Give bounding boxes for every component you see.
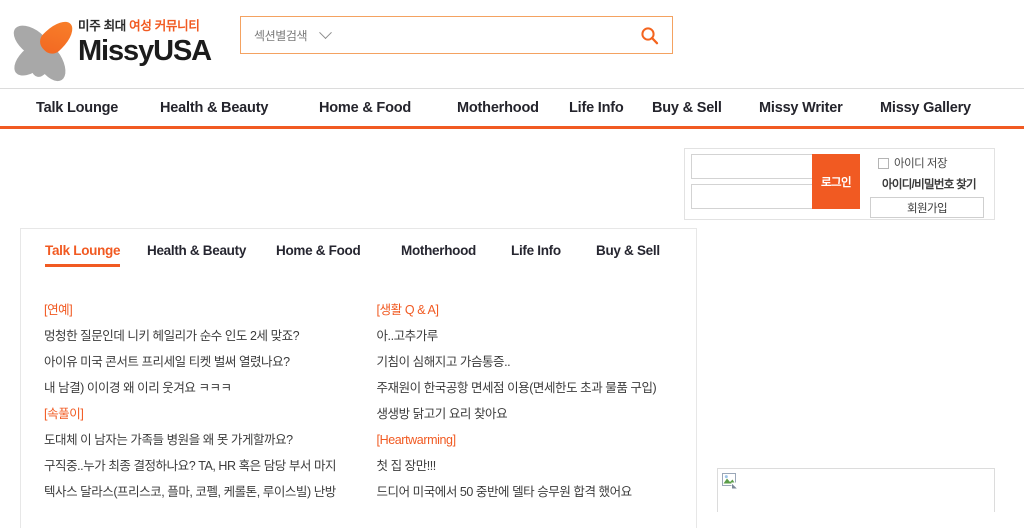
nav-item-motherhood[interactable]: Motherhood	[457, 100, 539, 116]
login-options-group: 아이디 저장 아이디/비밀번호 찾기 회원가입	[870, 155, 988, 218]
post-list-item[interactable]: 내 남결) 이이경 왜 이리 웃겨요 ㅋㅋㅋ	[30, 375, 359, 401]
logo-text-block: 미주 최대 여성 커뮤니티 MissyUSA	[78, 19, 212, 68]
post-list-item[interactable]: 텍사스 달라스(프리스코, 플마, 코펠, 케롤톤, 루이스빌) 난방	[30, 479, 359, 505]
save-id-row[interactable]: 아이디 저장	[878, 155, 988, 171]
login-id-input[interactable]	[691, 154, 822, 179]
post-category-header[interactable]: [속풀이]	[30, 401, 359, 427]
nav-item-health-beauty[interactable]: Health & Beauty	[160, 100, 268, 116]
post-list-item[interactable]: 도대체 이 남자는 가족들 병원을 왜 못 가게할까요?	[30, 427, 359, 453]
logo-tagline-highlight: 여성 커뮤니티	[129, 18, 200, 33]
subtab-life-info[interactable]: Life Info	[511, 243, 561, 267]
side-banner-box[interactable]	[717, 468, 995, 512]
subtab-health-beauty[interactable]: Health & Beauty	[147, 243, 246, 267]
subtab-talk-lounge[interactable]: Talk Lounge	[45, 243, 121, 267]
save-id-checkbox[interactable]	[878, 157, 889, 169]
search-icon	[640, 26, 658, 44]
post-list-item[interactable]: 기침이 심해지고 가슴통증..	[363, 349, 697, 375]
section-select-label: 섹션별검색	[254, 28, 308, 43]
content-subtabs: Talk Lounge Health & Beauty Home & Food Mot…	[21, 243, 696, 283]
post-list-item[interactable]: 드디어 미국에서 50 중반에 델타 승무원 합격 했어요	[363, 479, 697, 505]
post-list-item[interactable]: 멍청한 질문인데 니키 헤일리가 순수 인도 2세 맞죠?	[30, 323, 359, 349]
post-list-column-left: [연예] 멍청한 질문인데 니키 헤일리가 순수 인도 2세 맞죠? 아이유 미국 …	[21, 297, 359, 505]
search-button[interactable]	[626, 17, 672, 53]
logo-tagline: 미주 최대 여성 커뮤니티	[78, 19, 211, 34]
post-category-header[interactable]: [생활 Q & A]	[363, 297, 697, 323]
site-logo[interactable]: 미주 최대 여성 커뮤니티 MissyUSA	[7, 12, 229, 87]
post-list-item[interactable]: 주재원이 한국공항 면세점 이용(면세한도 초과 물품 구입)	[363, 375, 697, 401]
post-category-header[interactable]: [Heartwarming]	[363, 427, 697, 453]
nav-item-life-info[interactable]: Life Info	[569, 100, 624, 116]
subtab-home-food[interactable]: Home & Food	[276, 243, 361, 267]
find-id-password-link[interactable]: 아이디/비밀번호 찾기	[870, 176, 988, 192]
section-select-dropdown[interactable]: 섹션별검색	[241, 17, 338, 53]
chevron-down-icon	[319, 25, 333, 39]
nav-item-missy-gallery[interactable]: Missy Gallery	[880, 100, 971, 116]
post-list-item[interactable]: 아이유 미국 콘서트 프리세일 티켓 벌써 열렸나요?	[30, 349, 359, 375]
nav-item-talk-lounge[interactable]: Talk Lounge	[36, 100, 118, 116]
login-panel: 로그인 아이디 저장 아이디/비밀번호 찾기 회원가입	[684, 148, 995, 220]
signup-button[interactable]: 회원가입	[870, 197, 984, 218]
post-category-header[interactable]: [연예]	[30, 297, 359, 323]
post-list-column-right: [생활 Q & A] 아..고추가루 기침이 심해지고 가슴통증.. 주재원이 한국공…	[359, 297, 697, 505]
nav-item-buy-sell[interactable]: Buy & Sell	[652, 100, 722, 116]
post-list-item[interactable]: 아..고추가루	[363, 323, 697, 349]
search-input[interactable]	[338, 17, 626, 53]
site-header: 미주 최대 여성 커뮤니티 MissyUSA 섹션별검색	[0, 0, 1024, 88]
logo-wordmark: MissyUSA	[78, 34, 212, 67]
post-list-item[interactable]: 생생방 닭고기 요리 찾아요	[363, 401, 697, 427]
post-list-area: [연예] 멍청한 질문인데 니키 헤일리가 순수 인도 2세 맞죠? 아이유 미국 …	[21, 297, 696, 505]
logo-tagline-pre: 미주 최대	[78, 18, 130, 33]
nav-item-missy-writer[interactable]: Missy Writer	[759, 100, 843, 116]
community-content-panel: Talk Lounge Health & Beauty Home & Food Mot…	[20, 228, 697, 528]
login-button[interactable]: 로그인	[812, 154, 860, 209]
subtab-buy-sell[interactable]: Buy & Sell	[596, 243, 660, 267]
broken-image-icon	[722, 473, 739, 489]
nav-item-home-food[interactable]: Home & Food	[319, 100, 411, 116]
subtab-motherhood[interactable]: Motherhood	[401, 243, 476, 267]
post-list-item[interactable]: 구직중..누가 최종 결정하나요? TA, HR 혹은 담당 부서 마지	[30, 453, 359, 479]
search-bar: 섹션별검색	[240, 16, 673, 54]
missyusa-flower-logo-icon	[7, 15, 79, 87]
primary-navigation: Talk Lounge Health & Beauty Home & Food Mot…	[0, 88, 1024, 129]
login-password-input[interactable]	[691, 184, 822, 209]
save-id-label: 아이디 저장	[894, 158, 948, 170]
post-list-item[interactable]: 첫 집 장만!!!	[363, 453, 697, 479]
